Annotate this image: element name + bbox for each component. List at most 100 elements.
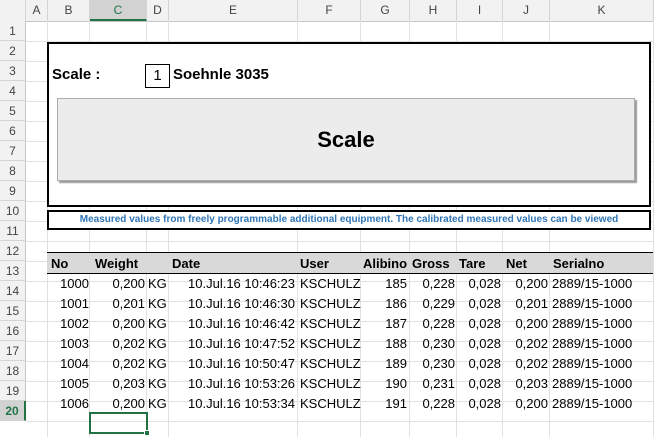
- cell-weight[interactable]: 0,200: [89, 276, 145, 291]
- cell-net[interactable]: 0,202: [502, 336, 548, 351]
- column-header-a[interactable]: A: [26, 0, 48, 21]
- column-header-d[interactable]: D: [147, 0, 169, 21]
- cell-serialno[interactable]: 2889/15-1000: [552, 396, 652, 411]
- column-header-h[interactable]: H: [410, 0, 457, 21]
- row-header-16[interactable]: 16: [0, 321, 26, 341]
- row-header-13[interactable]: 13: [0, 261, 26, 281]
- row-header-10[interactable]: 10: [0, 201, 26, 221]
- cell-no[interactable]: 1005: [47, 376, 89, 391]
- column-header-c[interactable]: C: [90, 0, 147, 21]
- cell-alibino[interactable]: 187: [360, 316, 407, 331]
- cell-unit[interactable]: KG: [148, 376, 168, 391]
- column-header-j[interactable]: J: [503, 0, 550, 21]
- cell-tare[interactable]: 0,028: [456, 396, 501, 411]
- cell-date[interactable]: 10.Jul.16 10:53:26: [168, 376, 295, 391]
- select-all-corner[interactable]: [0, 0, 26, 21]
- row-header-9[interactable]: 9: [0, 181, 26, 201]
- row-header-2[interactable]: 2: [0, 41, 26, 61]
- row-header-8[interactable]: 8: [0, 161, 26, 181]
- row-header-15[interactable]: 15: [0, 301, 26, 321]
- row-header-20[interactable]: 20: [0, 401, 26, 421]
- cell-user[interactable]: KSCHULZ: [300, 316, 361, 331]
- cell-user[interactable]: KSCHULZ: [300, 356, 361, 371]
- cell-date[interactable]: 10.Jul.16 10:47:52: [168, 336, 295, 351]
- cell-unit[interactable]: KG: [148, 316, 168, 331]
- row-header-4[interactable]: 4: [0, 81, 26, 101]
- row-header-11[interactable]: 11: [0, 221, 26, 241]
- scale-button[interactable]: Scale: [57, 98, 635, 181]
- cell-no[interactable]: 1003: [47, 336, 89, 351]
- cell-unit[interactable]: KG: [148, 356, 168, 371]
- cell-date[interactable]: 10.Jul.16 10:50:47: [168, 356, 295, 371]
- cell-no[interactable]: 1006: [47, 396, 89, 411]
- cell-alibino[interactable]: 188: [360, 336, 407, 351]
- column-header-k[interactable]: K: [550, 0, 654, 21]
- cell-date[interactable]: 10.Jul.16 10:46:30: [168, 296, 295, 311]
- cell-net[interactable]: 0,201: [502, 296, 548, 311]
- row-header-5[interactable]: 5: [0, 101, 26, 121]
- cell-user[interactable]: KSCHULZ: [300, 296, 361, 311]
- cell-alibino[interactable]: 191: [360, 396, 407, 411]
- cell-gross[interactable]: 0,231: [409, 376, 455, 391]
- cell-alibino[interactable]: 189: [360, 356, 407, 371]
- cell-serialno[interactable]: 2889/15-1000: [552, 376, 652, 391]
- cell-net[interactable]: 0,200: [502, 316, 548, 331]
- row-header-3[interactable]: 3: [0, 61, 26, 81]
- row-header-18[interactable]: 18: [0, 361, 26, 381]
- cell-date[interactable]: 10.Jul.16 10:46:23: [168, 276, 295, 291]
- scale-number-field[interactable]: 1: [145, 64, 170, 88]
- row-header-1[interactable]: 1: [0, 21, 26, 41]
- cell-user[interactable]: KSCHULZ: [300, 336, 361, 351]
- cell-weight[interactable]: 0,202: [89, 336, 145, 351]
- row-header-7[interactable]: 7: [0, 141, 26, 161]
- cell-serialno[interactable]: 2889/15-1000: [552, 336, 652, 351]
- cell-weight[interactable]: 0,203: [89, 376, 145, 391]
- cell-tare[interactable]: 0,028: [456, 296, 501, 311]
- cell-tare[interactable]: 0,028: [456, 276, 501, 291]
- cell-net[interactable]: 0,203: [502, 376, 548, 391]
- row-header-6[interactable]: 6: [0, 121, 26, 141]
- cell-date[interactable]: 10.Jul.16 10:46:42: [168, 316, 295, 331]
- column-header-b[interactable]: B: [48, 0, 90, 21]
- row-header-19[interactable]: 19: [0, 381, 26, 401]
- cell-net[interactable]: 0,202: [502, 356, 548, 371]
- cell-no[interactable]: 1000: [47, 276, 89, 291]
- cell-gross[interactable]: 0,230: [409, 356, 455, 371]
- cell-gross[interactable]: 0,229: [409, 296, 455, 311]
- column-header-e[interactable]: E: [169, 0, 298, 21]
- column-header-g[interactable]: G: [361, 0, 410, 21]
- cell-net[interactable]: 0,200: [502, 396, 548, 411]
- cell-weight[interactable]: 0,200: [89, 396, 145, 411]
- fill-handle[interactable]: [144, 430, 150, 436]
- row-header-12[interactable]: 12: [0, 241, 26, 261]
- cell-alibino[interactable]: 190: [360, 376, 407, 391]
- cell-tare[interactable]: 0,028: [456, 376, 501, 391]
- cell-gross[interactable]: 0,228: [409, 316, 455, 331]
- cell-user[interactable]: KSCHULZ: [300, 376, 361, 391]
- cell-user[interactable]: KSCHULZ: [300, 276, 361, 291]
- cell-weight[interactable]: 0,202: [89, 356, 145, 371]
- cell-unit[interactable]: KG: [148, 396, 168, 411]
- cell-gross[interactable]: 0,230: [409, 336, 455, 351]
- cell-unit[interactable]: KG: [148, 276, 168, 291]
- cell-serialno[interactable]: 2889/15-1000: [552, 316, 652, 331]
- row-header-14[interactable]: 14: [0, 281, 26, 301]
- cell-user[interactable]: KSCHULZ: [300, 396, 361, 411]
- cell-date[interactable]: 10.Jul.16 10:53:34: [168, 396, 295, 411]
- cell-gross[interactable]: 0,228: [409, 276, 455, 291]
- row-header-17[interactable]: 17: [0, 341, 26, 361]
- cell-alibino[interactable]: 185: [360, 276, 407, 291]
- cell-no[interactable]: 1004: [47, 356, 89, 371]
- cell-tare[interactable]: 0,028: [456, 336, 501, 351]
- column-header-f[interactable]: F: [298, 0, 361, 21]
- cell-no[interactable]: 1001: [47, 296, 89, 311]
- selected-cell[interactable]: [89, 412, 148, 434]
- cell-weight[interactable]: 0,201: [89, 296, 145, 311]
- cell-unit[interactable]: KG: [148, 336, 168, 351]
- cell-serialno[interactable]: 2889/15-1000: [552, 276, 652, 291]
- cell-net[interactable]: 0,200: [502, 276, 548, 291]
- cell-tare[interactable]: 0,028: [456, 316, 501, 331]
- cell-no[interactable]: 1002: [47, 316, 89, 331]
- cell-gross[interactable]: 0,228: [409, 396, 455, 411]
- cell-serialno[interactable]: 2889/15-1000: [552, 296, 652, 311]
